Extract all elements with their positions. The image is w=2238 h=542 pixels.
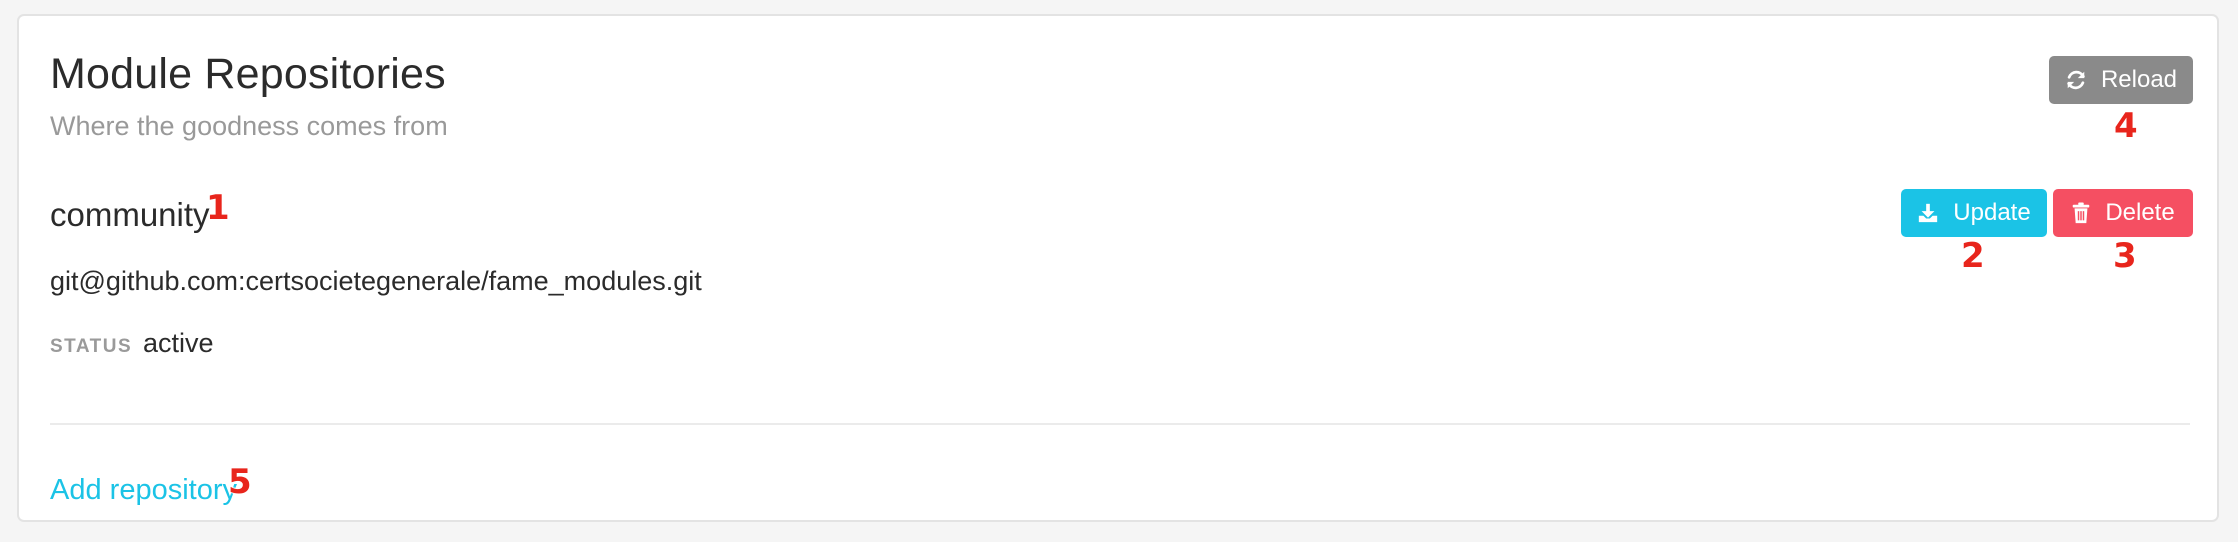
download-icon <box>1917 202 1939 224</box>
annotation-marker-1: 1 <box>206 188 230 228</box>
divider <box>50 423 2190 425</box>
annotation-marker-2: 2 <box>1961 236 1985 276</box>
repository-name: community <box>50 196 210 233</box>
repository-url: git@github.com:certsocietegenerale/fame_… <box>50 266 702 296</box>
annotation-marker-5: 5 <box>228 462 252 502</box>
add-repository-link[interactable]: Add repository <box>50 474 237 507</box>
refresh-icon <box>2065 69 2087 91</box>
delete-button[interactable]: Delete <box>2053 189 2193 237</box>
update-button[interactable]: Update <box>1901 189 2047 237</box>
reload-button[interactable]: Reload <box>2049 56 2193 104</box>
update-button-label: Update <box>1953 199 2031 226</box>
trash-icon <box>2071 202 2091 224</box>
page-subtitle: Where the goodness comes from <box>50 111 448 141</box>
annotation-marker-3: 3 <box>2113 236 2137 276</box>
module-repositories-card: Module Repositories Where the goodness c… <box>17 14 2219 522</box>
annotation-marker-4: 4 <box>2114 106 2138 146</box>
delete-button-label: Delete <box>2105 199 2175 226</box>
page-title: Module Repositories <box>50 50 446 98</box>
status-value: active <box>143 328 214 358</box>
status-label: STATUS <box>50 336 133 357</box>
reload-button-label: Reload <box>2100 66 2178 93</box>
